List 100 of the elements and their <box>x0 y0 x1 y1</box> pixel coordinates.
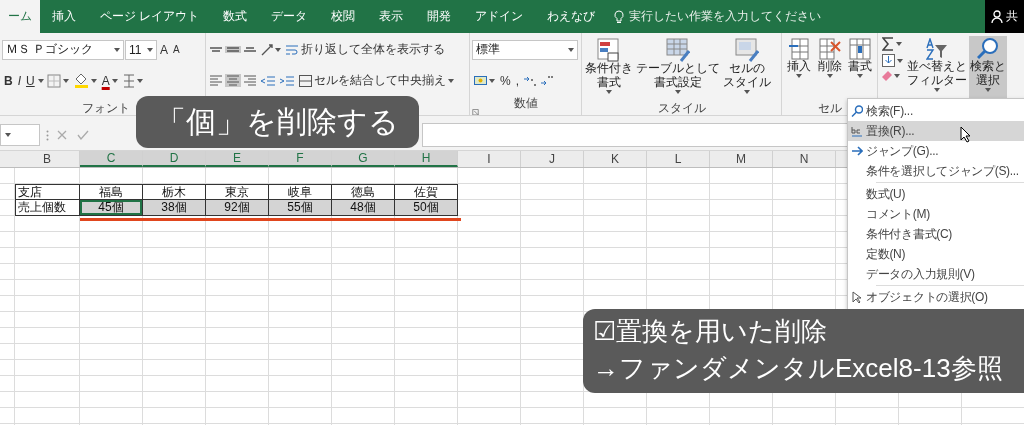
fill-button[interactable] <box>880 53 905 68</box>
share-button[interactable]: 共 <box>985 0 1024 33</box>
grow-font-button[interactable]: A <box>158 41 170 58</box>
fill-down-icon <box>882 54 895 67</box>
ribbon-tab[interactable]: 表示 <box>367 0 416 33</box>
column-header[interactable]: F <box>269 151 332 167</box>
decrease-decimal-button[interactable] <box>539 74 555 87</box>
column-header[interactable]: I <box>458 151 521 167</box>
table-cell: 東京 <box>206 184 269 200</box>
font-color-button[interactable]: A <box>99 72 120 89</box>
group-label: セル <box>817 100 842 114</box>
wrap-text-button[interactable]: 折り返して全体を表示する <box>284 40 447 59</box>
menu-item[interactable]: コメント(M) <box>848 204 1024 224</box>
cells-button[interactable]: 書式 <box>845 36 875 100</box>
ribbon-tab[interactable]: データ <box>259 0 320 33</box>
ribbon-tab[interactable]: 数式 <box>211 0 260 33</box>
style-button[interactable]: セルの スタイル <box>722 36 772 100</box>
orientation-button[interactable] <box>259 42 283 57</box>
ribbon-tab[interactable]: 挿入 <box>40 0 88 33</box>
menu-item[interactable]: 数式(U) <box>848 184 1024 204</box>
eraser-icon <box>882 70 892 81</box>
decrease-indent-button[interactable] <box>259 74 277 87</box>
menu-item[interactable]: 定数(N) <box>848 244 1024 264</box>
column-header[interactable]: G <box>332 151 395 167</box>
table-paint-icon <box>666 38 690 62</box>
find-select-button[interactable]: 検索と 選択 <box>969 36 1007 100</box>
caret-icon <box>894 73 900 78</box>
cancel-button[interactable] <box>55 129 69 141</box>
increase-decimal-button[interactable] <box>522 74 538 87</box>
column-header[interactable]: M <box>710 151 773 167</box>
caret-icon <box>934 87 940 92</box>
column-header[interactable]: H <box>395 151 458 167</box>
column-header[interactable]: L <box>647 151 710 167</box>
autosum-button[interactable] <box>880 36 905 52</box>
align-middle-icon <box>227 47 239 52</box>
bold-button[interactable]: B <box>2 72 15 89</box>
ribbon-tab[interactable]: アドイン <box>463 0 536 33</box>
align-right-button[interactable] <box>242 74 258 87</box>
sort-filter-icon <box>926 38 948 60</box>
cells-button[interactable]: 削除 <box>814 36 845 100</box>
column-header[interactable]: K <box>584 151 647 167</box>
caret-icon <box>857 73 864 78</box>
column-header[interactable]: J <box>521 151 584 167</box>
menu-item[interactable]: 条件付き書式(C) <box>848 224 1024 244</box>
increase-indent-button[interactable] <box>278 74 296 87</box>
conditional-format-icon <box>597 38 621 62</box>
table-cell: 佐賀 <box>395 184 458 200</box>
replace-icon <box>851 125 863 137</box>
arrow-icon <box>851 146 863 156</box>
align-center-button[interactable] <box>225 74 241 87</box>
align-left-button[interactable] <box>208 74 224 87</box>
table-cell: 徳島 <box>332 184 395 200</box>
insert-cells-icon <box>787 38 810 60</box>
ribbon-tab[interactable]: ページ レイアウト <box>88 0 212 33</box>
column-header[interactable]: D <box>143 151 206 167</box>
ribbon-tab[interactable]: 校閲 <box>319 0 368 33</box>
search-icon <box>851 105 863 117</box>
column-header[interactable]: E <box>206 151 269 167</box>
ribbon-tab[interactable]: わえなび <box>535 0 608 33</box>
ribbon-tab[interactable]: 開発 <box>415 0 464 33</box>
menu-item[interactable]: 条件を選択してジャンプ(S)... <box>848 161 1024 181</box>
style-button[interactable]: 条件付き 書式 <box>584 36 634 100</box>
menu-item[interactable]: 置換(R)... <box>848 121 1024 141</box>
cells-button[interactable]: 挿入 <box>784 36 814 100</box>
menu-item[interactable]: 検索(F)... <box>848 101 1024 121</box>
align-bottom-icon <box>244 47 256 52</box>
enter-button[interactable] <box>75 129 91 141</box>
sort-filter-button[interactable]: 並べ替えと フィルター <box>906 36 968 100</box>
align-top-button[interactable] <box>208 46 224 53</box>
ribbon-tab[interactable]: ーム <box>0 0 40 33</box>
number-format-field[interactable]: 標準 <box>472 39 578 60</box>
underline-button[interactable]: U <box>24 72 37 89</box>
menu-item[interactable]: ジャンプ(G)... <box>848 141 1024 161</box>
italic-button[interactable]: I <box>15 72 23 89</box>
banknote-icon <box>474 76 487 85</box>
shrink-font-button[interactable]: A <box>171 43 182 56</box>
font-name-field[interactable]: ＭＳ Ｐゴシック <box>2 39 124 60</box>
column-header[interactable]: C <box>80 151 143 167</box>
tell-me-field[interactable]: 実行したい作業を入力してください <box>613 0 822 33</box>
table-cell: 福島 <box>80 184 143 200</box>
style-button[interactable]: テーブルとして 書式設定 <box>635 36 721 100</box>
comma-button[interactable]: , <box>513 72 521 89</box>
menu-item[interactable]: データの入力規則(V) <box>848 264 1024 284</box>
font-size-field[interactable]: 11 <box>125 39 157 60</box>
lightbulb-icon <box>613 9 626 24</box>
caption-text: →ファンダメンタルExcel8-13参照 <box>593 352 1003 385</box>
align-left-icon <box>210 75 222 86</box>
caption-text: ☑置換を用いた削除 <box>593 315 827 348</box>
column-header[interactable]: N <box>773 151 836 167</box>
decrease-decimal-icon <box>541 75 553 86</box>
table-cell: 48個 <box>332 200 395 216</box>
merge-center-button[interactable]: セルを結合して中央揃え <box>297 71 456 90</box>
align-bottom-button[interactable] <box>242 46 258 53</box>
search-icon <box>977 38 999 60</box>
menu-item[interactable]: オブジェクトの選択(O) <box>848 287 1024 307</box>
align-middle-button[interactable] <box>225 46 241 53</box>
borders-button[interactable] <box>44 72 71 89</box>
group-label: スタイル <box>657 100 706 114</box>
currency-button[interactable] <box>472 75 497 86</box>
percent-button[interactable]: % <box>498 72 513 89</box>
